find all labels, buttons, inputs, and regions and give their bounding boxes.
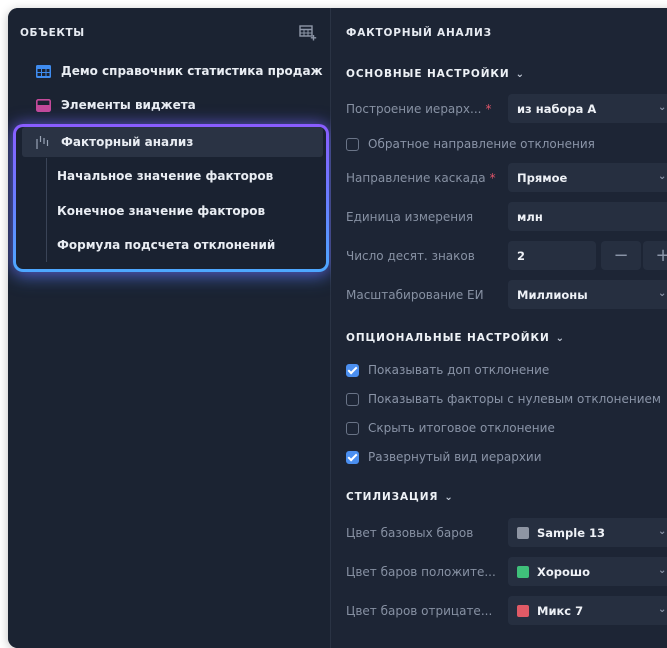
- chevron-down-icon: ⌄: [658, 565, 667, 576]
- unit-label: Единица измерения: [346, 210, 474, 224]
- option-hide-total-deviation[interactable]: Скрыть итоговое отклонение: [346, 421, 555, 435]
- negative-bars-color-select[interactable]: Микс 7 ⌄: [508, 596, 667, 625]
- tree-item-widget-elements[interactable]: Элементы виджета: [8, 88, 358, 122]
- option-label: Показывать факторы с нулевым отклонением: [368, 392, 661, 406]
- option-show-extra-deviation[interactable]: Показывать доп отклонение: [346, 363, 549, 377]
- decimals-increment-button[interactable]: +: [643, 241, 667, 270]
- optional-settings-toggle[interactable]: ОПЦИОНАЛЬНЫЕ НАСТРОЙКИ ⌄: [346, 332, 564, 344]
- tree-child-start-values[interactable]: Начальное значение факторов: [8, 159, 379, 193]
- chevron-down-icon: ⌄: [444, 492, 453, 503]
- hierarchy-select[interactable]: из набора А ⌄: [508, 94, 667, 123]
- settings-panel-title: ФАКТОРНЫЙ АНАЛИЗ: [346, 27, 492, 39]
- tree-child-end-values[interactable]: Конечное значение факторов: [8, 194, 379, 228]
- cascade-select-value: Прямое: [517, 170, 568, 185]
- color-swatch: [517, 565, 529, 578]
- negative-bars-color-label: Цвет баров отрицате...: [346, 604, 493, 618]
- tree-item-label: Факторный анализ: [61, 135, 194, 149]
- chevron-down-icon: ⌄: [515, 69, 524, 80]
- base-bars-color-select[interactable]: Sample 13 ⌄: [508, 518, 667, 547]
- base-bars-color-label: Цвет базовых баров: [346, 526, 474, 540]
- color-select-value: Микс 7: [537, 603, 584, 618]
- checkbox-box[interactable]: [346, 421, 359, 435]
- minus-icon: −: [613, 245, 629, 266]
- hierarchy-label: Построение иерарх... *: [346, 102, 492, 116]
- styling-heading: СТИЛИЗАЦИЯ: [346, 491, 439, 503]
- tree-child-deviation-formula[interactable]: Формула подсчета отклонений: [8, 228, 379, 262]
- cascade-label: Направление каскада *: [346, 171, 496, 185]
- tree-item-factor-analysis[interactable]: Факторный анализ: [8, 125, 358, 159]
- positive-bars-color-label: Цвет баров положите...: [346, 565, 496, 579]
- table-icon: [36, 64, 51, 78]
- checkbox-box[interactable]: [346, 363, 359, 377]
- tree-child-label: Конечное значение факторов: [57, 204, 266, 218]
- scale-select[interactable]: Миллионы ⌄: [508, 280, 667, 309]
- waterfall-chart-icon: [36, 135, 49, 149]
- widget-elements-icon: [36, 98, 51, 112]
- optional-settings-heading: ОПЦИОНАЛЬНЫЕ НАСТРОЙКИ: [346, 332, 550, 344]
- decimals-input-value: 2: [517, 248, 526, 263]
- required-asterisk: *: [485, 102, 492, 116]
- styling-toggle[interactable]: СТИЛИЗАЦИЯ ⌄: [346, 491, 453, 503]
- chevron-down-icon: ⌄: [658, 288, 667, 299]
- reverse-direction-label: Обратное направление отклонения: [368, 137, 595, 151]
- unit-input-value: млн: [517, 209, 543, 224]
- chevron-down-icon: ⌄: [658, 102, 667, 113]
- color-select-value: Хорошо: [537, 564, 591, 579]
- option-label: Показывать доп отклонение: [368, 363, 550, 377]
- decimals-label: Число десят. знаков: [346, 249, 475, 263]
- color-select-value: Sample 13: [537, 525, 606, 540]
- checkbox-box[interactable]: [346, 450, 359, 464]
- chevron-down-icon: ⌄: [658, 604, 667, 615]
- basic-settings-heading: ОСНОВНЫЕ НАСТРОЙКИ: [346, 68, 510, 80]
- checkbox-box[interactable]: [346, 392, 359, 406]
- option-show-zero-factors[interactable]: Показывать факторы с нулевым отклонением: [346, 392, 661, 406]
- chevron-down-icon: ⌄: [555, 333, 565, 344]
- unit-input[interactable]: млн: [508, 202, 667, 231]
- color-swatch: [517, 604, 529, 617]
- objects-panel-title: ОБЪЕКТЫ: [20, 27, 85, 39]
- settings-panel: ФАКТОРНЫЙ АНАЛИЗ ОСНОВНЫЕ НАСТРОЙКИ ⌄ Пос…: [331, 8, 667, 648]
- tree-child-label: Формула подсчета отклонений: [57, 238, 276, 252]
- tree-item-demo-table[interactable]: Демо справочник статистика продаж: [8, 54, 358, 88]
- hierarchy-select-value: из набора А: [517, 101, 597, 116]
- cascade-select[interactable]: Прямое ⌄: [508, 163, 667, 192]
- reverse-direction-checkbox[interactable]: Обратное направление отклонения: [346, 137, 595, 151]
- color-swatch: [517, 526, 529, 539]
- tree-item-label: Демо справочник статистика продаж: [61, 64, 323, 78]
- tree-child-label: Начальное значение факторов: [57, 169, 274, 183]
- decimals-decrement-button[interactable]: −: [601, 241, 641, 270]
- scale-label: Масштабирование ЕИ: [346, 288, 484, 302]
- plus-icon: +: [655, 245, 667, 266]
- option-label: Развернутый вид иерархии: [368, 450, 542, 464]
- basic-settings-toggle[interactable]: ОСНОВНЫЕ НАСТРОЙКИ ⌄: [346, 68, 524, 80]
- add-table-icon[interactable]: [299, 25, 317, 41]
- decimals-input[interactable]: 2: [508, 241, 596, 270]
- app-window: ОБЪЕКТЫ Демо справочник статистика прода…: [8, 8, 667, 648]
- option-expanded-hierarchy[interactable]: Развернутый вид иерархии: [346, 450, 542, 464]
- positive-bars-color-select[interactable]: Хорошо ⌄: [508, 557, 667, 586]
- chevron-down-icon: ⌄: [658, 171, 667, 182]
- tree-item-label: Элементы виджета: [61, 98, 196, 112]
- objects-panel: ОБЪЕКТЫ Демо справочник статистика прода…: [8, 8, 331, 648]
- required-asterisk: *: [489, 171, 496, 185]
- option-label: Скрыть итоговое отклонение: [368, 421, 555, 435]
- scale-select-value: Миллионы: [517, 287, 588, 302]
- checkbox-box[interactable]: [346, 137, 359, 151]
- chevron-down-icon: ⌄: [658, 526, 667, 537]
